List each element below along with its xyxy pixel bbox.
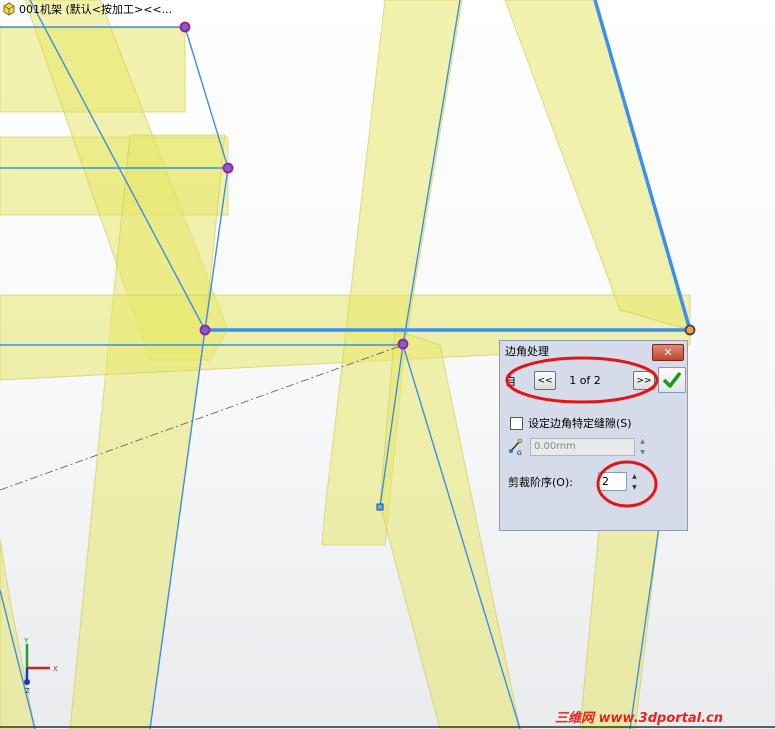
annotation-circle <box>505 356 659 404</box>
trim-order-label: 剪裁阶序(O): <box>508 475 573 489</box>
specific-gap-label: 设定边角特定缝隙(S) <box>528 417 632 430</box>
annotation-circle <box>596 460 658 508</box>
part-icon <box>3 2 15 16</box>
svg-text:G: G <box>517 450 522 456</box>
corner-treatment-dialog[interactable]: 边角处理 ✕ 自 << 1 of 2 >> 设定边角特定缝隙(S) G 0.00… <box>499 340 688 531</box>
axis-x-label: X <box>53 665 58 673</box>
vertex-point-selected[interactable] <box>684 324 696 336</box>
endpoint-marker[interactable] <box>376 503 384 511</box>
feature-tree-title[interactable]: 001机架 (默认<按加工><<... <box>2 1 172 17</box>
vertex-point[interactable] <box>199 324 211 336</box>
vertex-point[interactable] <box>179 21 191 33</box>
vertex-point[interactable] <box>397 338 409 350</box>
feature-tree-title-text: 001机架 (默认<按加工><<... <box>19 3 173 16</box>
vertex-point[interactable] <box>222 162 234 174</box>
checkmark-icon <box>662 371 682 388</box>
specific-gap-checkbox[interactable] <box>510 416 523 430</box>
gap-value-field[interactable]: 0.00mm <box>530 438 635 456</box>
close-icon: ✕ <box>663 346 673 359</box>
axis-y-label: Y <box>23 637 29 645</box>
axis-z-label: Z <box>25 687 30 695</box>
specific-gap-row[interactable]: 设定边角特定缝隙(S) <box>510 415 632 431</box>
watermark: 三维网 www.3dportal.cn <box>555 711 724 726</box>
gap-value-row: G 0.00mm ▲ ▼ <box>508 438 648 456</box>
gap-dimension-icon: G <box>509 438 523 456</box>
gap-spinner[interactable]: ▲ ▼ <box>637 438 648 456</box>
